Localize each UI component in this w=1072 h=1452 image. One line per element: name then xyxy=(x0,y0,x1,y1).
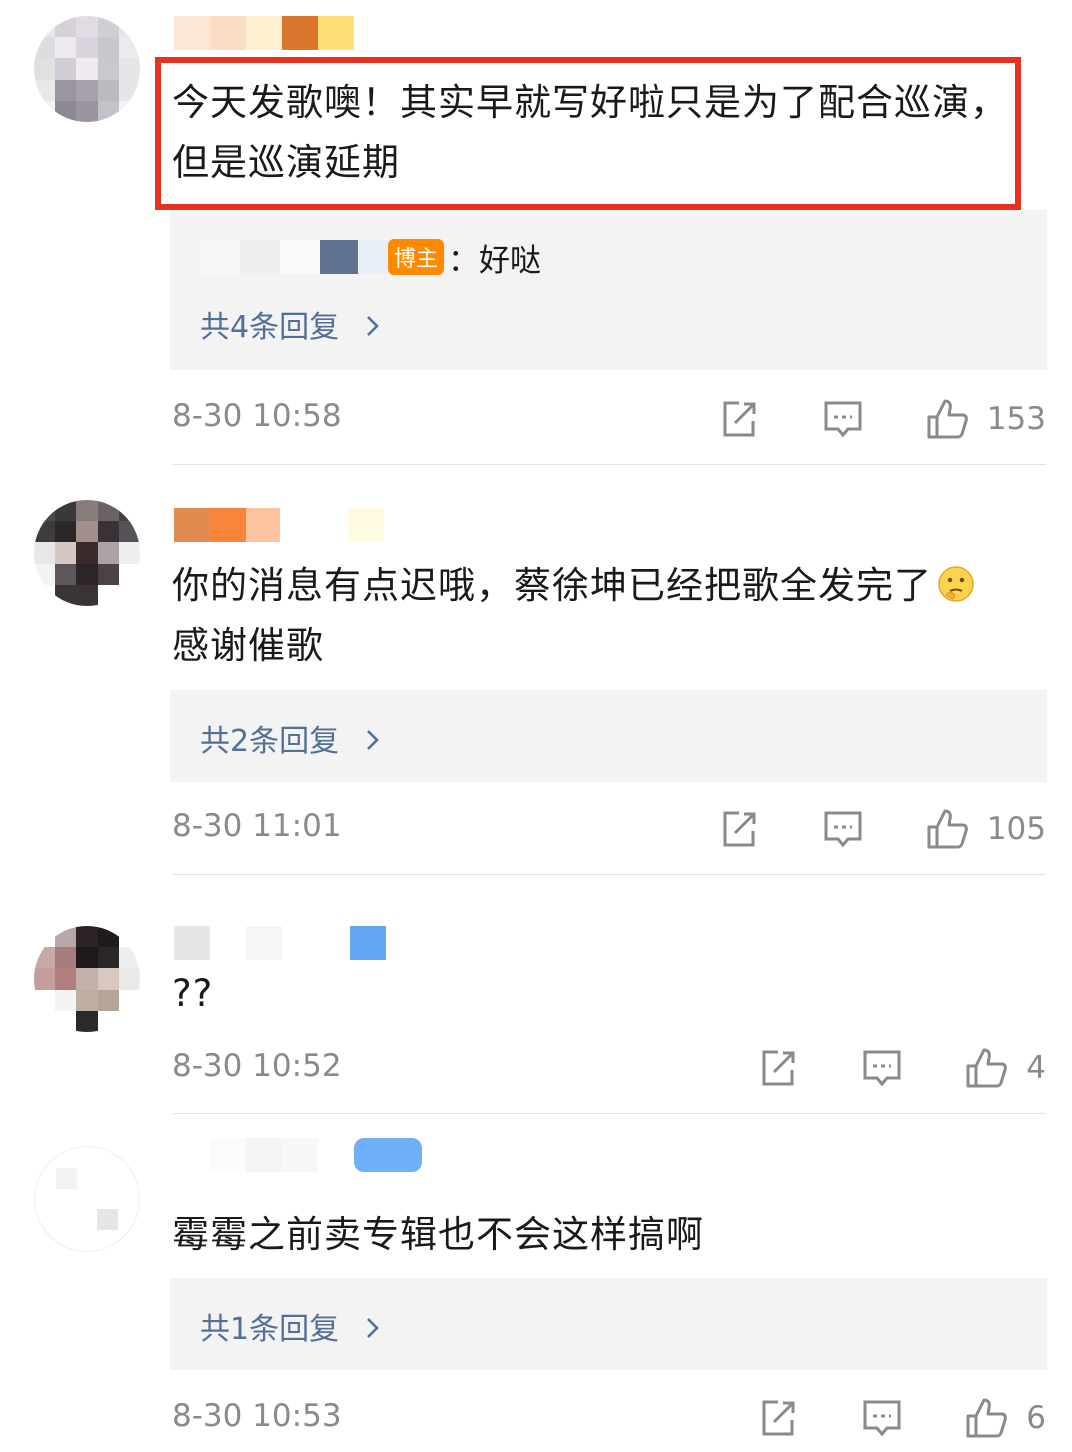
thumbs-up-icon[interactable] xyxy=(964,1046,1008,1090)
comment-text: 你的消息有点迟哦，蔡徐坤已经把歌全发完了 感谢催歌 xyxy=(172,556,1032,676)
comment-icon[interactable] xyxy=(821,807,865,851)
reply-text: 好哒 xyxy=(479,242,542,279)
username-blurred[interactable] xyxy=(174,1138,422,1172)
timestamp: 8-30 10:58 xyxy=(172,398,342,434)
username-blurred[interactable] xyxy=(174,508,384,542)
author-badge: 博主 xyxy=(388,239,445,275)
more-replies-link[interactable]: 共1条回复 xyxy=(200,1304,383,1348)
action-bar: 105 xyxy=(717,807,1046,851)
comment-text: 今天发歌噢！其实早就写好啦只是为了配合巡演，但是巡演延期 xyxy=(172,81,1008,184)
reply-separator: ： xyxy=(448,242,480,279)
share-icon[interactable] xyxy=(717,807,761,851)
avatar[interactable] xyxy=(34,16,140,122)
comment-icon[interactable] xyxy=(821,397,865,441)
reply-preview[interactable]: 博主 ： 好哒 xyxy=(200,232,541,282)
timestamp: 8-30 10:53 xyxy=(172,1398,342,1434)
action-bar: 153 xyxy=(717,397,1046,441)
like-count: 6 xyxy=(1026,1400,1046,1436)
like-count: 105 xyxy=(986,811,1046,847)
divider xyxy=(172,874,1046,875)
more-replies-label: 共2条回复 xyxy=(200,724,340,759)
comment-icon[interactable] xyxy=(860,1046,904,1090)
avatar[interactable] xyxy=(34,926,140,1032)
thinking-emoji-icon xyxy=(938,566,974,602)
reply-box: 博主 ： 好哒 共4条回复 xyxy=(170,210,1047,370)
thumbs-up-icon[interactable] xyxy=(925,397,969,441)
thumbs-up-icon[interactable] xyxy=(925,807,969,851)
like-count: 4 xyxy=(1026,1050,1046,1086)
thumbs-up-icon[interactable] xyxy=(964,1396,1008,1440)
more-replies-label: 共1条回复 xyxy=(200,1312,340,1347)
comment-text: 霉霉之前卖专辑也不会这样搞啊 xyxy=(172,1213,704,1256)
reply-username-blurred[interactable] xyxy=(200,240,388,274)
comment-icon[interactable] xyxy=(860,1396,904,1440)
share-icon[interactable] xyxy=(756,1396,800,1440)
like-count: 153 xyxy=(986,401,1046,437)
comment-text-line2: 感谢催歌 xyxy=(172,624,324,667)
chevron-right-icon xyxy=(366,730,379,750)
more-replies-label: 共4条回复 xyxy=(200,310,340,345)
action-bar: 6 xyxy=(756,1396,1046,1440)
avatar[interactable] xyxy=(34,1146,140,1252)
reply-box: 共2条回复 xyxy=(170,690,1047,782)
divider xyxy=(172,1113,1046,1114)
avatar[interactable] xyxy=(34,500,140,606)
more-replies-link[interactable]: 共2条回复 xyxy=(200,716,383,760)
share-icon[interactable] xyxy=(717,397,761,441)
chevron-right-icon xyxy=(366,1318,379,1338)
action-bar: 4 xyxy=(756,1046,1046,1090)
share-icon[interactable] xyxy=(756,1046,800,1090)
divider xyxy=(172,464,1046,465)
comment-text-line1: 你的消息有点迟哦，蔡徐坤已经把歌全发完了 xyxy=(172,564,932,607)
timestamp: 8-30 10:52 xyxy=(172,1048,342,1084)
reply-box: 共1条回复 xyxy=(170,1278,1047,1370)
more-replies-link[interactable]: 共4条回复 xyxy=(200,302,383,346)
username-blurred[interactable] xyxy=(174,16,354,50)
timestamp: 8-30 11:01 xyxy=(172,808,342,844)
username-blurred[interactable] xyxy=(174,926,386,960)
comment-text: ?? xyxy=(172,972,214,1015)
chevron-right-icon xyxy=(366,316,379,336)
